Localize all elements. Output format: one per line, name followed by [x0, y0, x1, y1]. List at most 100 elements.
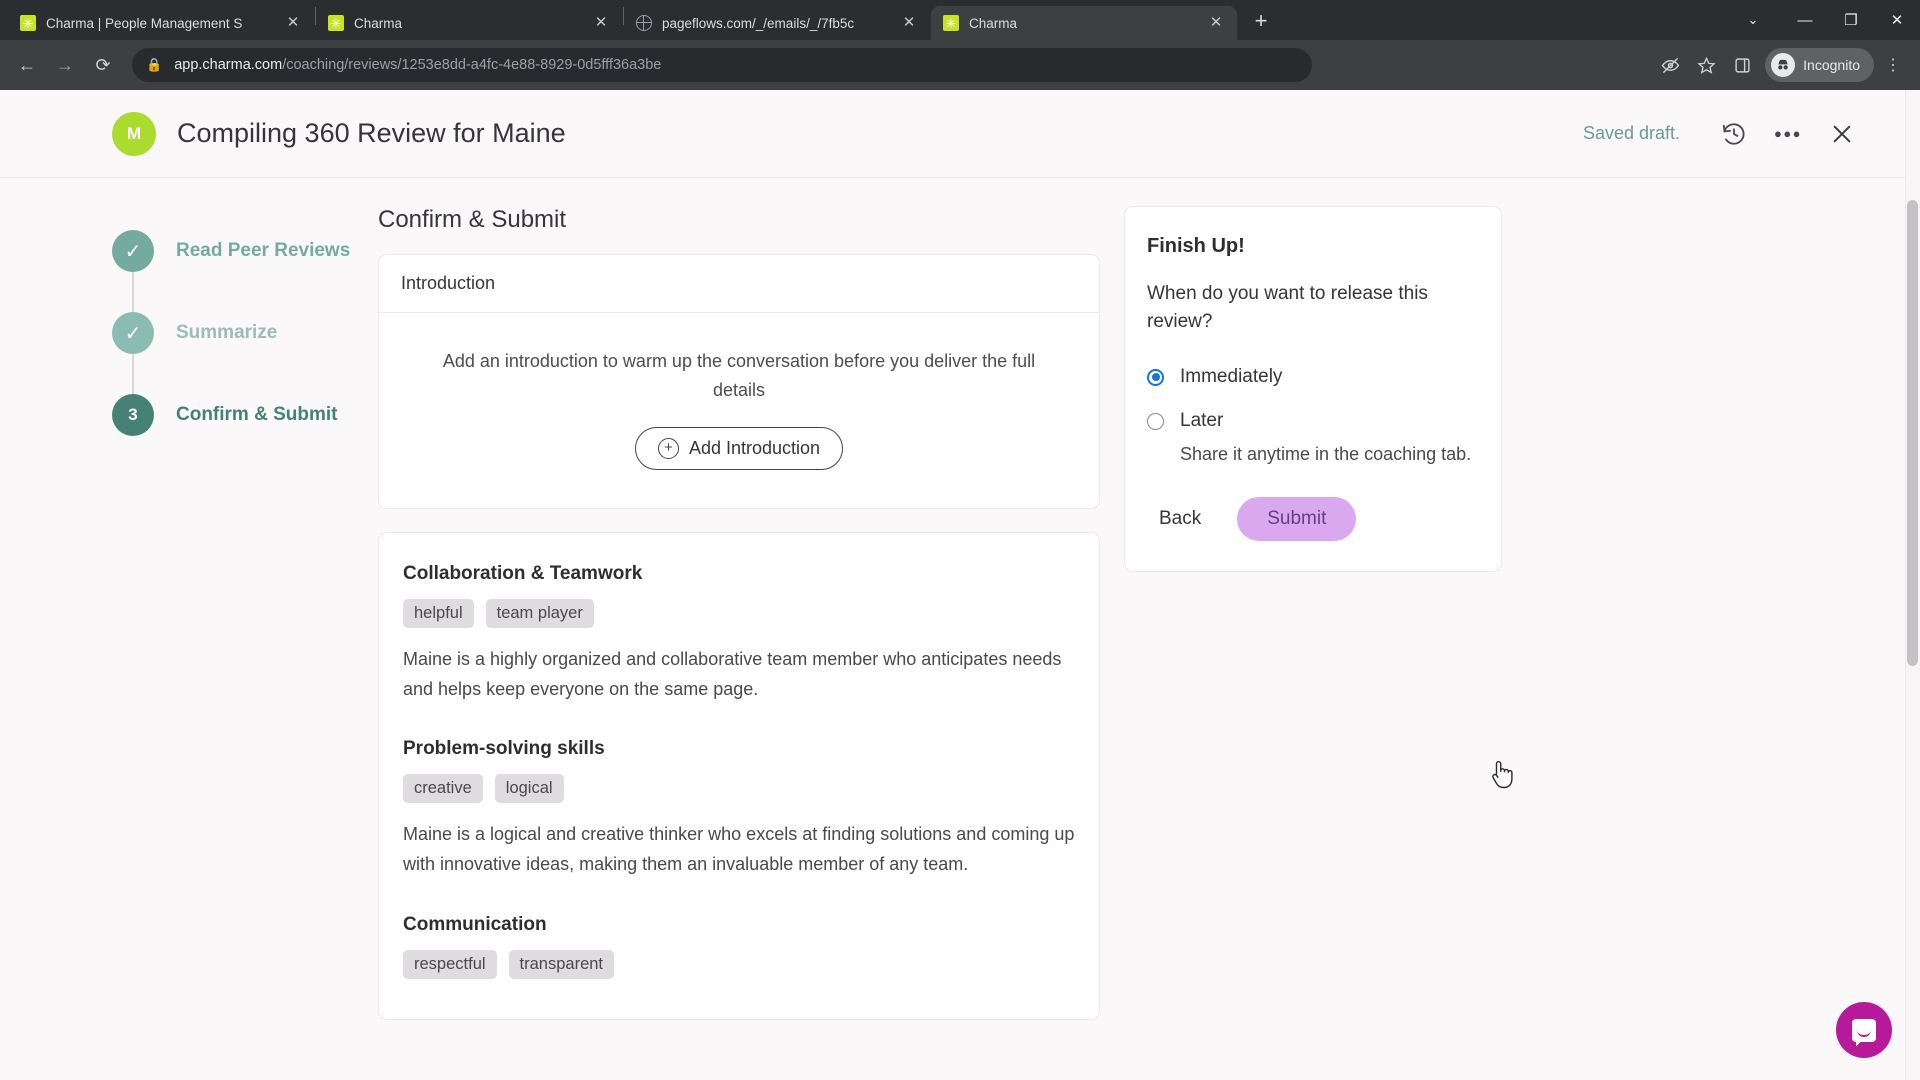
side-panel-icon[interactable] — [1725, 48, 1759, 82]
page-scrollbar-track[interactable] — [1905, 90, 1920, 1080]
maximize-icon[interactable]: ❐ — [1828, 0, 1874, 40]
profile-label: Incognito — [1803, 57, 1860, 73]
url-domain: app.charma.com — [174, 57, 283, 73]
incognito-hat-icon — [1771, 53, 1796, 77]
radio-icon[interactable] — [1147, 412, 1164, 430]
radio-option-immediately[interactable]: Immediately — [1147, 366, 1479, 388]
release-question: When do you want to release this review? — [1147, 283, 1428, 333]
page-viewport: M Compiling 360 Review for Maine Saved d… — [0, 90, 1920, 1080]
finish-up-panel: Finish Up! When do you want to release t… — [1124, 206, 1502, 573]
tab-search-icon[interactable]: ⌄ — [1730, 0, 1776, 40]
step-summarize[interactable]: ✓ Summarize — [112, 312, 378, 354]
step-connector — [132, 354, 134, 394]
tab-close-icon[interactable]: ✕ — [1205, 12, 1227, 34]
step-confirm-and-submit[interactable]: 3 Confirm & Submit — [112, 394, 378, 436]
minimize-icon[interactable]: — — [1782, 0, 1828, 40]
url-path: /coaching/reviews/1253e8dd-a4fc-4e88-892… — [282, 57, 662, 73]
intercom-messenger-button[interactable] — [1836, 1002, 1892, 1058]
plus-circle-icon — [657, 437, 679, 459]
charma-icon — [943, 15, 959, 31]
radio-option-later[interactable]: Later — [1147, 410, 1479, 432]
step-marker: 3 — [112, 394, 154, 436]
section-title: Confirm & Submit — [378, 206, 567, 233]
history-revert-icon[interactable] — [1712, 112, 1756, 156]
step-marker: ✓ — [112, 230, 154, 272]
star-icon[interactable] — [1689, 48, 1723, 82]
step-read-peer-reviews[interactable]: ✓ Read Peer Reviews — [112, 230, 378, 272]
introduction-body: Add an introduction to warm up the conve… — [379, 313, 1099, 508]
tag: respectful — [403, 949, 497, 979]
browser-tab-0[interactable]: Charma | People Management S ✕ — [8, 6, 314, 40]
radio-label: Later — [1180, 410, 1224, 432]
charma-icon — [20, 15, 36, 31]
browser-tab-3-active[interactable]: Charma ✕ — [931, 6, 1237, 40]
tag: creative — [403, 774, 483, 804]
step-connector — [132, 272, 134, 312]
close-icon[interactable] — [1820, 112, 1864, 156]
radio-icon[interactable] — [1147, 368, 1164, 386]
panel-actions: Back Submit — [1147, 497, 1479, 542]
url-text: app.charma.com/coaching/reviews/1253e8dd… — [174, 57, 661, 73]
header-actions: Saved draft. ●●● — [1583, 112, 1864, 156]
window-close-icon[interactable]: ✕ — [1874, 0, 1920, 40]
feedback-title: Collaboration & Teamwork — [403, 562, 643, 584]
finish-up-title: Finish Up! — [1147, 235, 1245, 257]
browser-tab-1[interactable]: Charma ✕ — [316, 6, 622, 40]
tab-title: Charma — [354, 15, 403, 31]
reload-icon[interactable]: ⟳ — [86, 48, 120, 82]
status-badge: Saved draft. — [1582, 123, 1680, 143]
new-tab-button[interactable]: + — [1246, 7, 1276, 37]
eye-crossed-icon[interactable] — [1653, 48, 1687, 82]
feedback-block-communication: Communication respectful transparent — [403, 914, 1075, 979]
add-introduction-button[interactable]: Add Introduction — [634, 426, 844, 470]
tab-close-icon[interactable]: ✕ — [590, 12, 612, 34]
browser-tab-2[interactable]: pageflows.com/_/emails/_/7fb5c ✕ — [624, 6, 930, 40]
lock-icon: 🔒 — [146, 57, 163, 72]
submit-button[interactable]: Submit — [1237, 497, 1357, 542]
feedback-text: Maine is a logical and creative thinker … — [403, 824, 1075, 875]
browser-window: Charma | People Management S ✕ Charma ✕ … — [0, 0, 1920, 1080]
feedback-tags: helpful team player — [403, 598, 1075, 628]
window-controls: ⌄ — ❐ ✕ — [1730, 0, 1920, 40]
main-column: Confirm & Submit Introduction Add an int… — [378, 206, 1100, 1020]
address-bar[interactable]: 🔒 app.charma.com/coaching/reviews/1253e8… — [132, 48, 1312, 82]
introduction-hint: Add an introduction to warm up the conve… — [442, 351, 1036, 400]
tab-title: pageflows.com/_/emails/_/7fb5c — [662, 15, 855, 31]
page-scrollbar-thumb[interactable] — [1907, 200, 1918, 666]
tag: transparent — [508, 949, 615, 979]
introduction-heading: Introduction — [379, 255, 1099, 313]
page-title: Compiling 360 Review for Maine — [177, 118, 566, 148]
back-button[interactable]: Back — [1147, 498, 1213, 540]
browser-tab-strip: Charma | People Management S ✕ Charma ✕ … — [0, 0, 1920, 40]
tab-close-icon[interactable]: ✕ — [898, 12, 920, 34]
radio-label: Immediately — [1180, 366, 1283, 388]
toolbar-right-group: Incognito ⋮ — [1653, 48, 1910, 82]
feedback-tags: respectful transparent — [403, 949, 1075, 979]
back-icon[interactable]: ← — [10, 48, 44, 82]
avatar: M — [112, 111, 156, 156]
step-label: Confirm & Submit — [176, 404, 338, 425]
smile-icon — [1857, 1030, 1871, 1037]
profile-chip[interactable]: Incognito — [1765, 48, 1874, 82]
tag: logical — [494, 774, 564, 804]
forward-icon[interactable]: → — [48, 48, 82, 82]
tab-close-icon[interactable]: ✕ — [282, 12, 304, 34]
radio-sublabel: Share it anytime in the coaching tab. — [1180, 444, 1472, 465]
tag: helpful — [403, 598, 474, 628]
kebab-menu-icon[interactable]: ⋮ — [1876, 48, 1910, 82]
step-label: Summarize — [176, 322, 278, 343]
step-marker: ✓ — [112, 312, 154, 354]
feedback-block-problem-solving: Problem-solving skills creative logical … — [403, 738, 1075, 879]
more-options-icon[interactable]: ●●● — [1766, 112, 1810, 156]
side-column: Finish Up! When do you want to release t… — [1124, 206, 1502, 573]
intercom-messenger-icon — [1852, 1018, 1876, 1042]
tab-title: Charma | People Management S — [46, 15, 243, 31]
app-header: M Compiling 360 Review for Maine Saved d… — [0, 90, 1920, 178]
feedback-card: Collaboration & Teamwork helpful team pl… — [378, 531, 1100, 1020]
feedback-title: Communication — [403, 913, 547, 935]
tag: team player — [485, 598, 594, 628]
feedback-block-collaboration: Collaboration & Teamwork helpful team pl… — [403, 563, 1075, 704]
globe-icon — [636, 15, 652, 31]
browser-toolbar: ← → ⟳ 🔒 app.charma.com/coaching/reviews/… — [0, 40, 1920, 90]
wizard-stepper: ✓ Read Peer Reviews ✓ Summarize 3 Confir… — [112, 206, 378, 436]
